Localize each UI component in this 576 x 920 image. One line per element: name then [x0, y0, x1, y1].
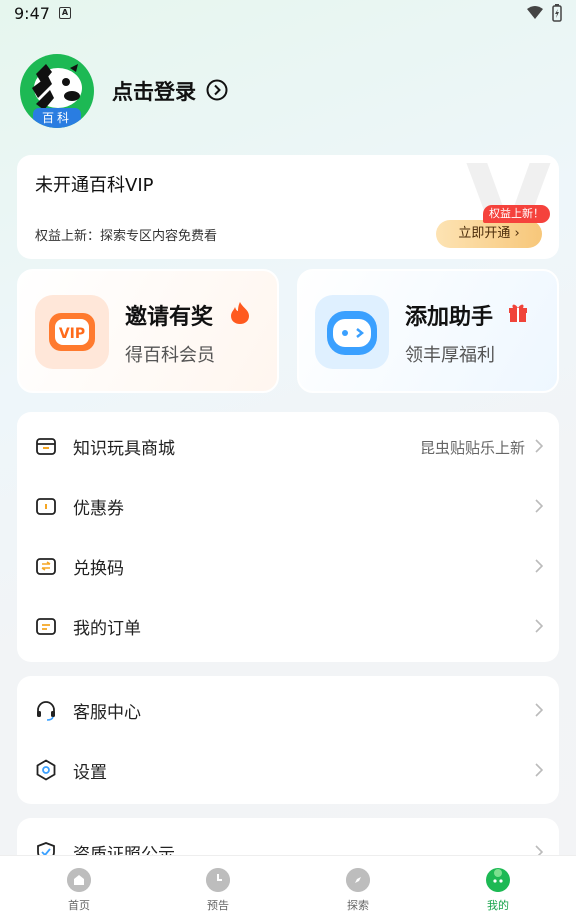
tab-label: 预告 [207, 899, 229, 912]
svg-text:VIP: VIP [59, 326, 85, 342]
coupon-icon [36, 498, 56, 515]
home-icon [67, 868, 91, 892]
headset-icon [37, 701, 55, 721]
status-bar: 9:47 A [0, 0, 576, 28]
compass-icon [346, 868, 370, 892]
tab-preview[interactable]: 预告 [146, 856, 290, 920]
menu-item-label: 兑换码 [73, 559, 124, 579]
avatar[interactable]: 百科 [20, 54, 94, 128]
shop-icon [36, 438, 56, 455]
vip-card[interactable]: V 未开通百科VIP 权益上新：探索专区内容免费看 立即开通 › 权益上新！ [17, 155, 559, 259]
tab-mine[interactable]: 我的 [426, 856, 570, 920]
vip-title: 未开通百科VIP [35, 175, 154, 196]
promo-invite-card[interactable]: VIP 邀请有奖 得百科会员 [17, 269, 279, 393]
menu-item-extra: 昆虫贴贴乐上新 [419, 439, 525, 457]
status-time: 9:47 [14, 4, 50, 23]
chevron-right-icon [535, 763, 543, 777]
tab-home[interactable]: 首页 [7, 856, 151, 920]
menu-item-label: 设置 [73, 763, 107, 783]
robot-icon [315, 295, 389, 369]
exchange-icon [36, 558, 56, 575]
menu-group-shop: 知识玩具商城 昆虫贴贴乐上新 优惠券 兑换码 我的订单 [17, 412, 559, 662]
avatar-badge: 百科 [33, 108, 81, 128]
notification-icon: A [59, 7, 71, 19]
chevron-circle-right-icon[interactable] [206, 79, 228, 101]
menu-item-label: 我的订单 [73, 619, 141, 639]
settings-icon [36, 759, 56, 781]
login-link[interactable]: 点击登录 [112, 76, 196, 106]
tab-explore[interactable]: 探索 [286, 856, 430, 920]
bottom-tab-bar: 首页 预告 探索 我的 [0, 855, 576, 920]
vip-desc: 权益上新：探索专区内容免费看 [35, 229, 218, 244]
vip-new-tag: 权益上新！ [483, 205, 550, 223]
menu-item-exchange[interactable]: 兑换码 [17, 536, 559, 596]
gift-icon [509, 304, 527, 322]
menu-item-label: 优惠券 [73, 499, 124, 519]
menu-group-service: 客服中心 设置 [17, 676, 559, 804]
menu-item-customer-service[interactable]: 客服中心 [17, 680, 559, 740]
profile-header[interactable]: 百科 点击登录 [20, 54, 540, 130]
clock-icon [206, 868, 230, 892]
fire-icon [231, 302, 249, 324]
menu-item-shop[interactable]: 知识玩具商城 昆虫贴贴乐上新 [17, 416, 559, 476]
vip-open-button[interactable]: 立即开通 › [436, 220, 542, 248]
vip-open-button-label: 立即开通 [458, 226, 511, 241]
promo-assistant-sub: 领丰厚福利 [405, 345, 495, 366]
menu-item-orders[interactable]: 我的订单 [17, 596, 559, 656]
menu-item-settings[interactable]: 设置 [17, 740, 559, 800]
tab-label: 我的 [487, 899, 509, 912]
promo-invite-sub: 得百科会员 [125, 345, 215, 366]
chevron-right-icon: › [514, 226, 520, 241]
promo-invite-title: 邀请有奖 [125, 305, 214, 330]
tab-label: 探索 [347, 899, 369, 912]
menu-item-label: 知识玩具商城 [73, 439, 175, 459]
promo-assistant-title: 添加助手 [405, 305, 494, 330]
chevron-right-icon [535, 439, 543, 453]
battery-icon [552, 4, 562, 22]
wifi-icon [527, 6, 543, 19]
profile-icon [486, 868, 510, 892]
chevron-right-icon [535, 703, 543, 717]
menu-item-coupon[interactable]: 优惠券 [17, 476, 559, 536]
promo-assistant-card[interactable]: 添加助手 领丰厚福利 [297, 269, 559, 393]
chevron-right-icon [535, 499, 543, 513]
order-icon [36, 618, 56, 635]
vip-icon: VIP [35, 295, 109, 369]
chevron-right-icon [535, 559, 543, 573]
chevron-right-icon [535, 619, 543, 633]
menu-item-label: 客服中心 [73, 703, 141, 723]
tab-label: 首页 [68, 899, 90, 912]
